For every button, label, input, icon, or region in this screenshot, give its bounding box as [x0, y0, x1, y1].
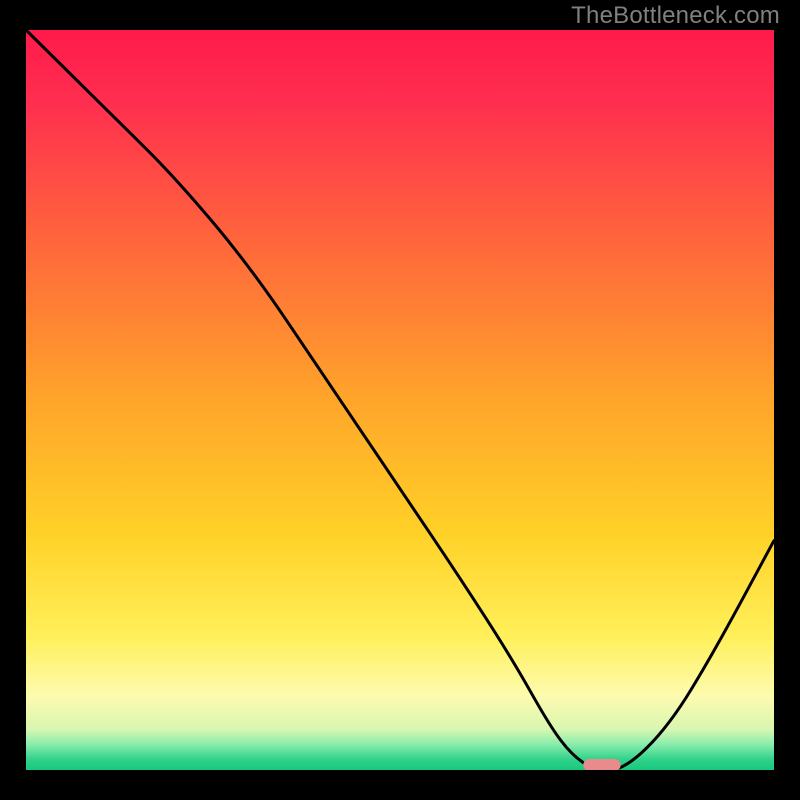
min-marker [583, 759, 620, 771]
chart-svg [0, 0, 800, 800]
watermark-text: TheBottleneck.com [571, 2, 780, 30]
chart-container: TheBottleneck.com [0, 0, 800, 800]
